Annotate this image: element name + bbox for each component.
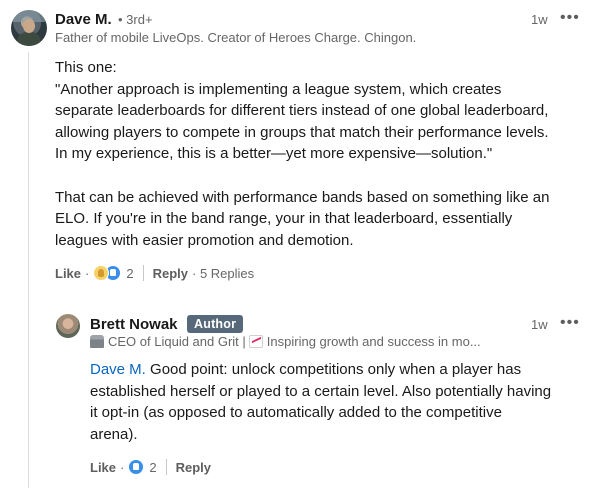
separator-dot: · <box>120 459 125 475</box>
reply-line: arena). <box>90 425 138 443</box>
avatar[interactable] <box>11 10 47 46</box>
reply-actions: Like · 2 Reply <box>90 459 211 475</box>
like-button[interactable]: Like <box>90 460 116 475</box>
reaction-count: 2 <box>149 459 157 475</box>
comment-timestamp: 1w <box>531 317 548 332</box>
reply-button[interactable]: Reply <box>176 460 211 475</box>
reply-line: Dave M. Good point: unlock competitions … <box>90 359 595 381</box>
reactions-summary[interactable]: 2 <box>128 459 157 475</box>
avatar-face <box>23 19 35 33</box>
reactions-summary[interactable]: 2 <box>93 265 134 281</box>
mention-link[interactable]: Dave M. <box>90 361 146 378</box>
comment-line: In my experience, this is a better—yet m… <box>55 145 493 163</box>
commenter-headline: Father of mobile LiveOps. Creator of Her… <box>55 30 417 45</box>
replies-count-link[interactable]: · 5 Replies <box>192 266 254 281</box>
commenter-name[interactable]: Brett Nowak <box>90 316 178 333</box>
comment-text: This one: "Another approach is implement… <box>55 57 595 251</box>
reply-button[interactable]: Reply <box>153 266 188 281</box>
avatar[interactable] <box>56 314 80 338</box>
reply-text: Dave M. Good point: unlock competitions … <box>90 359 595 445</box>
comment-line: This one: <box>55 59 117 76</box>
comment-timestamp: 1w <box>531 12 548 27</box>
comment-line: separate leaderboards for different tier… <box>55 102 549 120</box>
more-options-icon[interactable]: ••• <box>560 315 580 331</box>
divider <box>142 265 144 281</box>
more-options-icon[interactable]: ••• <box>560 10 580 26</box>
chart-emoji-icon <box>248 335 263 348</box>
comment-line: That can be achieved with performance ba… <box>55 188 550 206</box>
author-badge: Author <box>187 315 244 333</box>
comment-blank-line <box>55 165 595 187</box>
comment-line: allowing players to compete in groups th… <box>55 123 549 141</box>
thread-line <box>28 52 29 488</box>
comment-line: ELO. If you're in the band range, your i… <box>55 210 513 228</box>
avatar-body <box>17 32 41 46</box>
statue-emoji-icon <box>90 335 104 348</box>
commenter-headline: CEO of Liquid and Grit | Inspiring growt… <box>90 334 481 349</box>
headline-part: CEO of Liquid and Grit | <box>108 334 246 349</box>
reply-line-text: Good point: unlock competitions only whe… <box>145 361 522 378</box>
comment-actions: Like · 2 Reply · 5 Replies <box>55 265 254 281</box>
commenter-name[interactable]: Dave M. <box>55 11 112 28</box>
comment-line: leagues with easier promotion and demoti… <box>55 231 354 249</box>
like-button[interactable]: Like <box>55 266 81 281</box>
separator-dot: · <box>85 265 90 281</box>
divider <box>165 459 167 475</box>
connection-degree: • 3rd+ <box>118 12 153 27</box>
comment-line: "Another approach is implementing a leag… <box>55 80 502 98</box>
reaction-count: 2 <box>126 265 134 281</box>
reply-line: it opt-in (as opposed to automatically a… <box>90 404 502 422</box>
headline-part: Inspiring growth and success in mo... <box>266 334 481 349</box>
reply-line: established herself or played to a certa… <box>90 382 552 400</box>
like-icon <box>128 459 145 475</box>
